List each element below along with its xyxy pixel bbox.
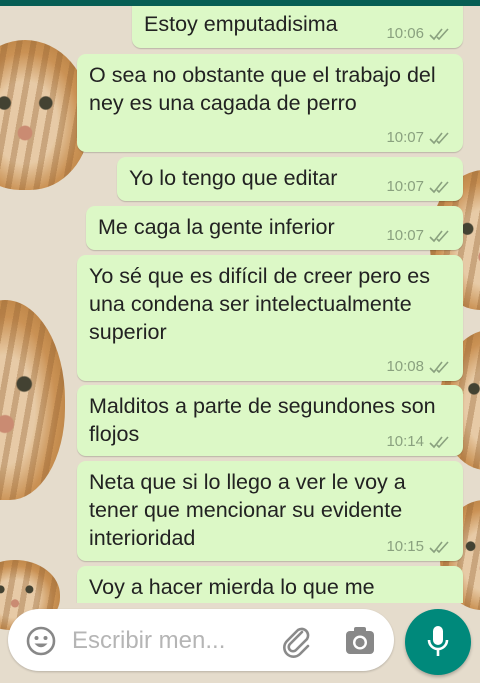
message-bubble[interactable]: O sea no obstante que el trabajo del ney… [77,54,463,152]
mic-button[interactable] [405,609,471,675]
message-time: 10:15 [386,538,424,555]
message-time: 10:06 [386,25,424,42]
message-text: Yo lo tengo que editar [129,166,338,190]
double-check-icon [429,540,451,554]
mic-icon [427,625,449,664]
message-bubble[interactable]: Voy a hacer mierda lo que me [77,566,463,603]
double-check-icon [429,27,451,41]
message-text: Neta que si lo llego a ver le voy a tene… [89,470,406,550]
message-time: 10:07 [386,227,424,244]
top-app-bar-edge [0,0,480,6]
double-check-icon [429,360,451,374]
composer-bar: Escribir men... [0,603,480,683]
message-text: O sea no obstante que el trabajo del ney… [89,63,436,115]
double-check-icon [429,131,451,145]
camera-icon[interactable] [344,626,376,661]
message-input[interactable]: Escribir men... [72,627,225,655]
message-time: 10:14 [386,433,424,450]
double-check-icon [429,180,451,194]
message-bubble[interactable]: Estoy emputadisima 10:06 [132,0,463,48]
message-bubble[interactable]: Malditos a parte de segundones son flojo… [77,385,463,456]
message-bubble[interactable]: Yo sé que es difícil de creer pero es un… [77,255,463,381]
message-time: 10:08 [386,358,424,375]
message-text: Yo sé que es difícil de creer pero es un… [89,264,431,344]
message-bubble[interactable]: Neta que si lo llego a ver le voy a tene… [77,461,463,561]
attach-icon[interactable] [280,624,314,663]
emoji-icon[interactable] [25,625,57,662]
message-time: 10:07 [386,129,424,146]
message-input-container[interactable]: Escribir men... [8,609,394,671]
message-text: Me caga la gente inferior [98,215,335,239]
double-check-icon [429,229,451,243]
message-time: 10:07 [386,178,424,195]
double-check-icon [429,435,451,449]
message-text: Malditos a parte de segundones son flojo… [89,394,436,446]
message-bubble[interactable]: Me caga la gente inferior 10:07 [86,206,463,250]
message-bubble[interactable]: Yo lo tengo que editar 10:07 [117,157,463,201]
message-list[interactable]: Estoy emputadisima 10:06 O sea no obstan… [0,0,480,603]
message-text: Estoy emputadisima [144,12,338,36]
message-text: Voy a hacer mierda lo que me [89,575,375,599]
